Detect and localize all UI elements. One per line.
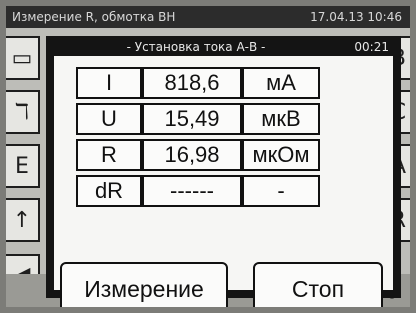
header-bar: Измерение R, обмотка ВН 17.04.13 10:46 xyxy=(6,6,410,28)
stop-button[interactable]: Стоп xyxy=(253,262,383,307)
left-button-2[interactable]: ℸ xyxy=(6,90,40,134)
table-row: dR ------ - xyxy=(76,175,320,207)
crane-icon: ℸ xyxy=(14,99,30,125)
table-row: I 818,6 мА xyxy=(76,67,320,99)
param-unit: мкВ xyxy=(242,103,320,135)
left-button-3[interactable]: Е xyxy=(6,144,40,188)
param-value: 15,49 xyxy=(142,103,242,135)
dialog-timer: 00:21 xyxy=(354,40,389,54)
table-row: U 15,49 мкВ xyxy=(76,103,320,135)
dialog-title-bar: - Установка тока А-В - 00:21 xyxy=(46,36,401,56)
measure-button[interactable]: Измерение xyxy=(60,262,228,307)
param-name: I xyxy=(76,67,142,99)
param-name: R xyxy=(76,139,142,171)
param-unit: - xyxy=(242,175,320,207)
measurement-table: I 818,6 мА U 15,49 мкВ R 16,98 мкОм dR -… xyxy=(76,63,320,211)
param-value: 16,98 xyxy=(142,139,242,171)
param-value: 818,6 xyxy=(142,67,242,99)
param-value: ------ xyxy=(142,175,242,207)
screen-icon: ▭ xyxy=(11,45,33,71)
table-row: R 16,98 мкОм xyxy=(76,139,320,171)
param-unit: мА xyxy=(242,67,320,99)
left-button-1[interactable]: ▭ xyxy=(6,36,40,80)
current-setup-dialog: - Установка тока А-В - 00:21 I 818,6 мА … xyxy=(46,36,401,307)
dialog-body: I 818,6 мА U 15,49 мкВ R 16,98 мкОм dR -… xyxy=(54,56,393,307)
left-button-4[interactable]: ↑ xyxy=(6,198,40,242)
stand-icon: Е xyxy=(15,153,29,179)
dialog-title: - Установка тока А-В - xyxy=(126,40,266,54)
param-unit: мкОм xyxy=(242,139,320,171)
header-title: Измерение R, обмотка ВН xyxy=(12,10,176,24)
header-datetime: 17.04.13 10:46 xyxy=(310,10,402,24)
device-screen: Измерение R, обмотка ВН 17.04.13 10:46 ▭… xyxy=(6,6,410,307)
param-name: U xyxy=(76,103,142,135)
param-name: dR xyxy=(76,175,142,207)
back-arrow-icon: ↑ xyxy=(12,207,32,233)
